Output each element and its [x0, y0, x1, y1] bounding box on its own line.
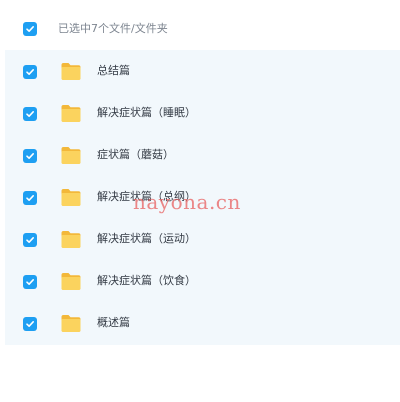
file-name: 解决症状篇（总纲） — [97, 190, 196, 203]
selection-header: 已选中7个文件/文件夹 — [0, 0, 400, 50]
file-name: 概述篇 — [97, 316, 130, 329]
folder-icon — [61, 105, 81, 122]
file-list: 总结篇 解决症状篇（睡眠） 症状篇（蘑菇） 解决症状篇（总纲） 解决症状篇（运动… — [5, 50, 400, 345]
file-row-3[interactable]: 解决症状篇（总纲） — [5, 176, 400, 218]
file-name: 症状篇（蘑菇） — [97, 148, 174, 161]
file-name: 总结篇 — [97, 64, 130, 77]
file-row-5[interactable]: 解决症状篇（饮食） — [5, 260, 400, 302]
file-row-0[interactable]: 总结篇 — [5, 50, 400, 92]
checkmark-icon — [26, 195, 34, 201]
folder-icon — [61, 63, 81, 80]
checkmark-icon — [26, 237, 34, 243]
file-name: 解决症状篇（睡眠） — [97, 106, 196, 119]
file-row-1[interactable]: 解决症状篇（睡眠） — [5, 92, 400, 134]
folder-icon — [61, 189, 81, 206]
row-checkbox[interactable] — [23, 275, 37, 289]
file-row-2[interactable]: 症状篇（蘑菇） — [5, 134, 400, 176]
folder-icon — [61, 315, 81, 332]
folder-icon — [61, 273, 81, 290]
row-checkbox[interactable] — [23, 233, 37, 247]
checkmark-icon — [26, 153, 34, 159]
checkmark-icon — [26, 111, 34, 117]
row-checkbox[interactable] — [23, 191, 37, 205]
selection-count-text: 已选中7个文件/文件夹 — [58, 22, 168, 35]
file-row-6[interactable]: 概述篇 — [5, 302, 400, 344]
select-all-checkbox[interactable] — [23, 22, 37, 36]
folder-icon — [61, 231, 81, 248]
folder-icon — [61, 147, 81, 164]
checkmark-icon — [26, 321, 34, 327]
file-selection-panel: 已选中7个文件/文件夹 总结篇 解决症状篇（睡眠） 症状篇（蘑菇） 解决症状篇（… — [0, 0, 400, 402]
file-name: 解决症状篇（运动） — [97, 232, 196, 245]
checkmark-icon — [26, 279, 34, 285]
row-checkbox[interactable] — [23, 317, 37, 331]
row-checkbox[interactable] — [23, 65, 37, 79]
row-checkbox[interactable] — [23, 149, 37, 163]
file-row-4[interactable]: 解决症状篇（运动） — [5, 218, 400, 260]
row-checkbox[interactable] — [23, 107, 37, 121]
file-name: 解决症状篇（饮食） — [97, 274, 196, 287]
checkmark-icon — [26, 26, 34, 32]
checkmark-icon — [26, 69, 34, 75]
